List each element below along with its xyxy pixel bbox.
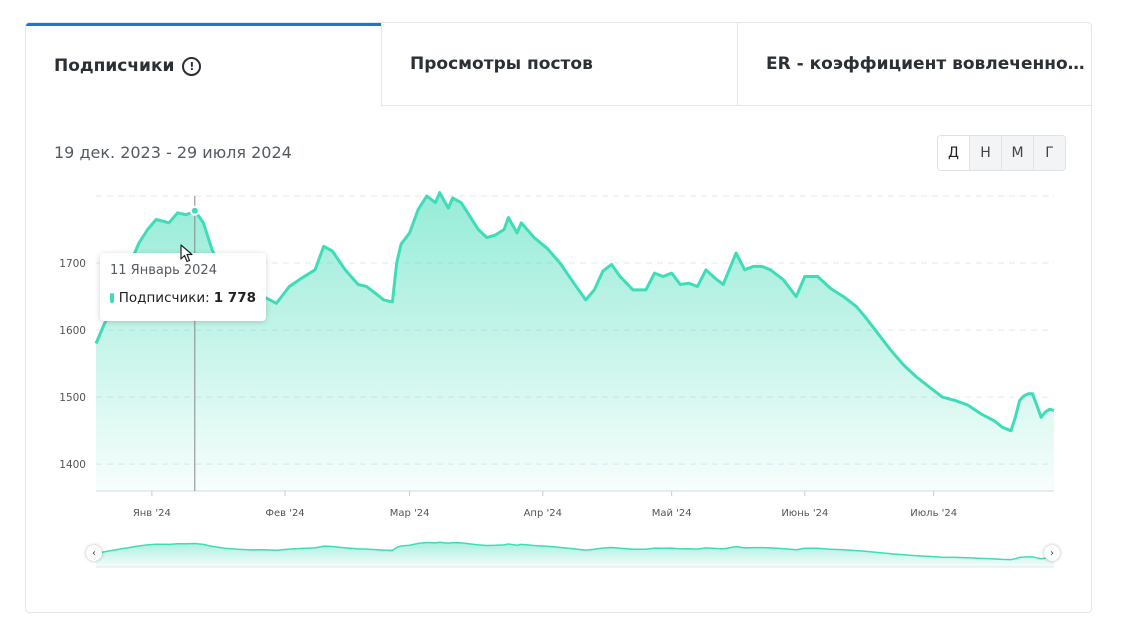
tooltip-series-label: Подписчики:: [118, 290, 210, 306]
mouse-cursor-icon: [180, 244, 193, 263]
x-tick-label: Фев '24: [265, 508, 304, 519]
hover-point: [189, 205, 200, 216]
y-tick-label: 1400: [59, 459, 86, 471]
y-tick-label: 1600: [59, 325, 86, 337]
x-axis: Янв '24 Фев '24 Мар '24 Апр '24 Май '24 Июнь …: [133, 491, 957, 519]
navigator-left-handle[interactable]: ‹: [86, 545, 102, 561]
x-tick-label: Апр '24: [524, 508, 562, 519]
tooltip-value: 1 778: [213, 290, 256, 306]
range-navigator[interactable]: [95, 541, 1055, 568]
series-color-swatch: [110, 293, 114, 303]
tooltip-row: Подписчики: 1 778: [110, 290, 256, 306]
x-tick-label: Янв '24: [133, 508, 171, 519]
x-tick-label: Май '24: [652, 508, 692, 519]
x-tick-label: Мар '24: [390, 508, 430, 519]
y-axis: 1400 1500 1600 1700: [59, 258, 86, 471]
tooltip-date: 11 Январь 2024: [110, 263, 217, 278]
series-area: [96, 192, 1054, 491]
y-tick-label: 1500: [59, 392, 86, 404]
x-tick-label: Июль '24: [910, 508, 957, 519]
x-tick-label: Июнь '24: [781, 508, 828, 519]
navigator-right-handle[interactable]: ›: [1044, 545, 1060, 561]
y-tick-label: 1700: [59, 258, 86, 270]
